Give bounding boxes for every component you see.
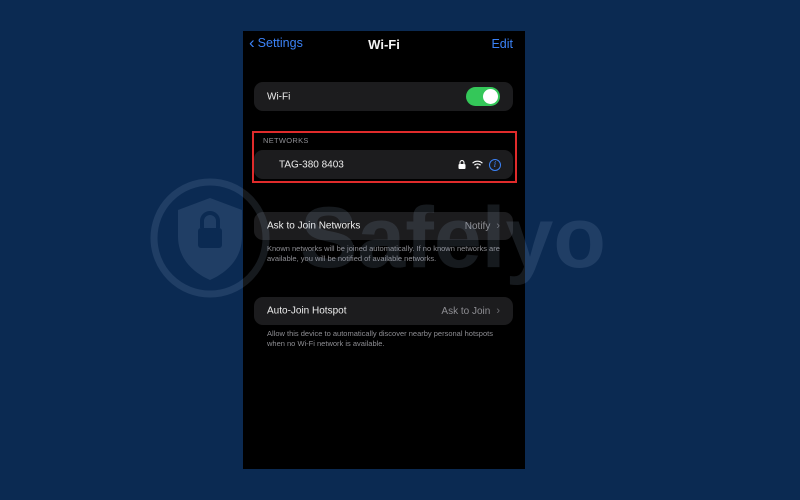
networks-header: NETWORKS [263,136,309,145]
phone-screen: ‹ Settings Wi-Fi Edit Wi-Fi NETWORKS TAG… [243,31,525,469]
network-name: TAG-380 8403 [279,159,344,170]
wifi-label: Wi-Fi [267,91,291,102]
auto-join-label: Auto-Join Hotspot [267,305,347,317]
auto-join-footnote: Allow this device to automatically disco… [267,329,493,348]
network-row[interactable]: TAG-380 8403 i [254,150,513,179]
chevron-right-icon: › [496,305,500,317]
ask-to-join-label: Ask to Join Networks [267,220,361,232]
auto-join-value: Ask to Join [441,305,491,317]
auto-join-row[interactable]: Auto-Join Hotspot Ask to Join › [254,297,513,325]
ask-to-join-footnote: Known networks will be joined automatica… [267,244,500,263]
info-icon[interactable]: i [489,158,501,171]
chevron-right-icon: › [496,220,500,232]
ask-to-join-row[interactable]: Ask to Join Networks Notify › [254,212,513,240]
network-icons: i [458,158,501,171]
edit-button[interactable]: Edit [491,37,513,51]
navigation-bar: ‹ Settings Wi-Fi Edit [243,31,525,61]
lock-icon [458,160,466,169]
toggle-knob [483,89,498,104]
ask-to-join-value: Notify [464,220,491,232]
auto-join-value-wrap: Ask to Join › [441,305,500,317]
ask-to-join-value-wrap: Notify › [465,220,500,232]
wifi-toggle-row: Wi-Fi [254,82,513,111]
wifi-toggle[interactable] [466,87,500,106]
page-title: Wi-Fi [368,37,400,52]
wifi-signal-icon [472,160,483,169]
